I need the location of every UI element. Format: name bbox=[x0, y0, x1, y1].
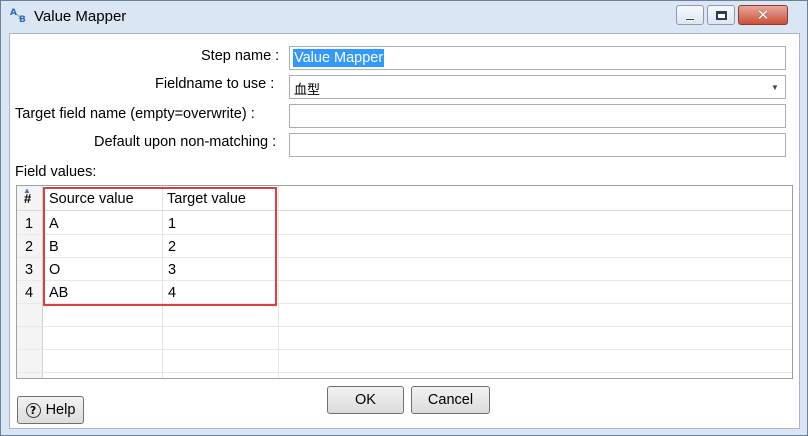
row-number: 2 bbox=[25, 239, 34, 255]
value-mapper-icon: A ↘ B bbox=[10, 8, 26, 25]
minimize-button[interactable] bbox=[676, 5, 704, 25]
row-number: 3 bbox=[25, 262, 34, 278]
maximize-icon bbox=[715, 10, 727, 20]
step-name-label: Step name : bbox=[201, 48, 280, 64]
row-divider bbox=[17, 372, 792, 373]
close-icon: ✕ bbox=[756, 6, 770, 24]
ok-button[interactable]: OK bbox=[327, 386, 404, 414]
fieldname-select[interactable]: 血型 ▼ bbox=[289, 75, 786, 99]
chevron-down-icon[interactable]: ▼ bbox=[765, 76, 785, 98]
close-button[interactable]: ✕ bbox=[738, 5, 788, 25]
fieldname-label: Fieldname to use : bbox=[155, 76, 275, 92]
field-values-label: Field values: bbox=[15, 164, 97, 180]
help-button[interactable]: ? Help bbox=[17, 396, 84, 424]
row-number: 1 bbox=[25, 216, 34, 232]
target-field-label: Target field name (empty=overwrite) : bbox=[15, 106, 255, 122]
dialog-body: Step name : Value Mapper Fieldname to us… bbox=[9, 33, 800, 429]
minimize-icon bbox=[685, 17, 695, 21]
maximize-button[interactable] bbox=[707, 5, 735, 25]
help-icon: ? bbox=[25, 402, 41, 418]
row-divider bbox=[17, 326, 792, 327]
value-mapper-window: A ↘ B Value Mapper ✕ Step name : Value Map… bbox=[0, 0, 808, 436]
fieldname-value: 血型 bbox=[294, 83, 321, 98]
header-num[interactable]: # bbox=[24, 191, 31, 206]
step-name-value: Value Mapper bbox=[293, 49, 385, 67]
window-title: Value Mapper bbox=[34, 8, 127, 25]
default-label: Default upon non-matching : bbox=[94, 134, 277, 150]
target-field-input[interactable] bbox=[289, 104, 786, 128]
cancel-button[interactable]: Cancel bbox=[411, 386, 490, 414]
row-number: 4 bbox=[25, 285, 34, 301]
title-bar[interactable]: A ↘ B Value Mapper ✕ bbox=[1, 1, 807, 33]
help-label: Help bbox=[45, 402, 76, 418]
highlight-box bbox=[43, 187, 277, 306]
step-name-input[interactable]: Value Mapper bbox=[289, 46, 786, 70]
row-divider bbox=[17, 349, 792, 350]
default-input[interactable] bbox=[289, 133, 786, 157]
